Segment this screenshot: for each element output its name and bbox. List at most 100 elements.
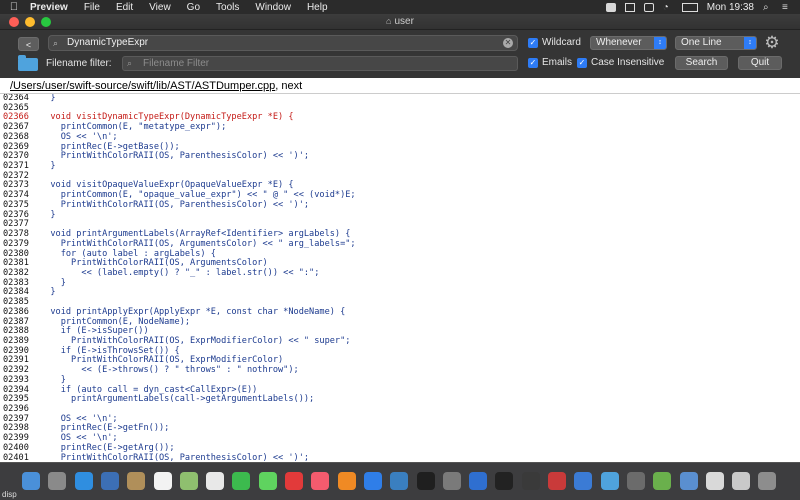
- status-app-icon[interactable]: [605, 2, 616, 12]
- code-text: void printApplyExpr(ApplyExpr *E, const …: [40, 306, 346, 317]
- code-text: printArgumentLabels(call->getArgumentLab…: [40, 394, 315, 405]
- code-text: PrintWithColorRAII(OS, ParenthesisColor)…: [40, 151, 310, 162]
- document2-icon[interactable]: [732, 472, 751, 490]
- code-text: printCommon(E, "metatype_expr");: [40, 122, 227, 133]
- code-line: 02382 << (label.empty() ? "_" : label.st…: [0, 267, 800, 279]
- code-line: 02392 << (E->throws() ? " throws" : " no…: [0, 365, 800, 376]
- menu-help[interactable]: Help: [299, 2, 336, 13]
- case-insensitive-checkbox[interactable]: ✓: [577, 58, 587, 68]
- window-title-text: user: [394, 16, 414, 27]
- calendar-icon[interactable]: [153, 472, 172, 490]
- wifi-icon[interactable]: ◔: [663, 2, 673, 12]
- code-line: 02376 }: [0, 210, 800, 221]
- search-icon: ⌕: [127, 58, 133, 68]
- clear-search-icon[interactable]: ✕: [503, 38, 513, 48]
- result-file-path[interactable]: /Users/user/swift-source/swift/lib/AST/A…: [10, 80, 275, 92]
- swift-icon[interactable]: [574, 472, 593, 490]
- screenshot-icon[interactable]: [548, 472, 566, 490]
- trash-icon[interactable]: [758, 472, 777, 490]
- control-center-icon[interactable]: ≡: [782, 2, 792, 12]
- sysprefs-icon[interactable]: [442, 472, 461, 490]
- apple-menu-icon[interactable]: : [4, 1, 24, 13]
- quit-button[interactable]: Quit: [738, 56, 782, 70]
- code-text: for (auto label : argLabels) {: [40, 248, 216, 259]
- dock: disp: [0, 462, 800, 500]
- battery-icon[interactable]: [681, 2, 698, 12]
- textedit-icon[interactable]: [206, 472, 225, 490]
- code-line: 02375 PrintWithColorRAII(OS, Parenthesis…: [0, 200, 800, 211]
- gear-icon[interactable]: ⚙: [762, 34, 782, 52]
- select-arrows-icon: ↕: [654, 37, 666, 49]
- code-text: printRec(E->getArg());: [40, 442, 175, 453]
- code-line: 02396: [0, 404, 800, 415]
- code-text: PrintWithColorRAII(OS, ArgumentsColor) <…: [40, 238, 356, 249]
- network-icon[interactable]: [390, 472, 409, 490]
- code-line: 02383 }: [0, 278, 800, 289]
- emails-checkbox[interactable]: ✓: [528, 58, 538, 68]
- music-icon[interactable]: [311, 472, 330, 490]
- search-icon: ⌕: [53, 38, 59, 48]
- code-text: printRec(E->getFn());: [40, 423, 170, 434]
- safari-icon[interactable]: [74, 472, 93, 490]
- filename-filter-label: Filename filter:: [46, 58, 112, 69]
- xcode-icon[interactable]: [469, 472, 488, 490]
- search-input[interactable]: ⌕ DynamicTypeExpr ✕: [48, 35, 518, 51]
- photos-icon[interactable]: [100, 472, 119, 490]
- code-text: if (E->isThrowsSet()) {: [40, 345, 180, 356]
- whenever-select[interactable]: Whenever ↕: [590, 36, 667, 50]
- folder-icon[interactable]: [18, 55, 38, 71]
- appstore-icon[interactable]: [363, 472, 382, 490]
- activity-icon[interactable]: [521, 472, 540, 490]
- back-button[interactable]: <: [18, 37, 39, 51]
- code-line: 02401 PrintWithColorRAII(OS, Parenthesis…: [0, 452, 800, 462]
- finder-icon[interactable]: [22, 472, 40, 490]
- oneline-select[interactable]: One Line ↕: [675, 36, 757, 50]
- code-text: << (E->throws() ? " throws" : " nothrow"…: [40, 365, 299, 376]
- books-icon[interactable]: [337, 472, 356, 490]
- gear-app-icon[interactable]: [626, 472, 645, 490]
- code-text: printCommon(E, "opaque_value_expr") << "…: [40, 190, 356, 201]
- noentry-icon[interactable]: [285, 472, 303, 490]
- house-icon: ⌂: [386, 16, 392, 26]
- launchpad-icon[interactable]: [48, 472, 67, 490]
- menu-app[interactable]: Preview: [24, 2, 76, 13]
- terminal-icon[interactable]: [416, 472, 435, 490]
- menu-bar:  Preview File Edit View Go Tools Window…: [0, 0, 800, 14]
- code-view[interactable]: 02364 } 02365 02366 void visitDynamicTypeE…: [0, 94, 800, 462]
- filename-filter-placeholder: Filename Filter: [143, 58, 210, 69]
- filename-filter-input[interactable]: ⌕ Filename Filter: [122, 56, 518, 71]
- screen-mirroring-icon[interactable]: [643, 2, 654, 12]
- emails-label: Emails: [542, 57, 573, 68]
- search-button[interactable]: Search: [675, 56, 728, 70]
- code-text: PrintWithColorRAII(OS, ExprModifierColor…: [40, 355, 284, 366]
- menu-window[interactable]: Window: [247, 2, 299, 13]
- status-area: ◔ Mon 19:38 ⌕ ≡: [605, 2, 800, 13]
- menu-tools[interactable]: Tools: [208, 2, 247, 13]
- line-number: 02401: [3, 452, 29, 462]
- menu-view[interactable]: View: [141, 2, 179, 13]
- stocks-icon[interactable]: [495, 472, 514, 490]
- document-icon[interactable]: [705, 472, 724, 490]
- spotlight-icon[interactable]: ⌕: [763, 2, 773, 12]
- menu-file[interactable]: File: [76, 2, 108, 13]
- folder-blue-icon[interactable]: [600, 472, 619, 490]
- code-text: if (auto call = dyn_cast<CallExpr>(E)): [40, 384, 258, 395]
- messages-icon[interactable]: [258, 472, 277, 490]
- menu-edit[interactable]: Edit: [108, 2, 141, 13]
- result-next-suffix: , next: [275, 80, 303, 92]
- code-line: 02398 printRec(E->getFn());: [0, 424, 800, 434]
- code-text: << (label.empty() ? "_" : label.str()) <…: [40, 267, 320, 278]
- wildcard-checkbox[interactable]: ✓: [528, 38, 538, 48]
- menubar-clock[interactable]: Mon 19:38: [707, 2, 754, 13]
- facetime-icon[interactable]: [232, 472, 251, 490]
- menu-go[interactable]: Go: [179, 2, 208, 13]
- code-text: }: [40, 161, 56, 172]
- android-icon[interactable]: [653, 472, 672, 490]
- maps-icon[interactable]: [179, 472, 198, 490]
- code-text: OS << '\n';: [40, 413, 118, 424]
- window-icon[interactable]: [679, 472, 698, 490]
- code-text: if (E->isSuper()): [40, 326, 149, 337]
- notes-icon[interactable]: [127, 472, 146, 490]
- code-text: }: [40, 94, 56, 103]
- display-icon[interactable]: [624, 2, 635, 12]
